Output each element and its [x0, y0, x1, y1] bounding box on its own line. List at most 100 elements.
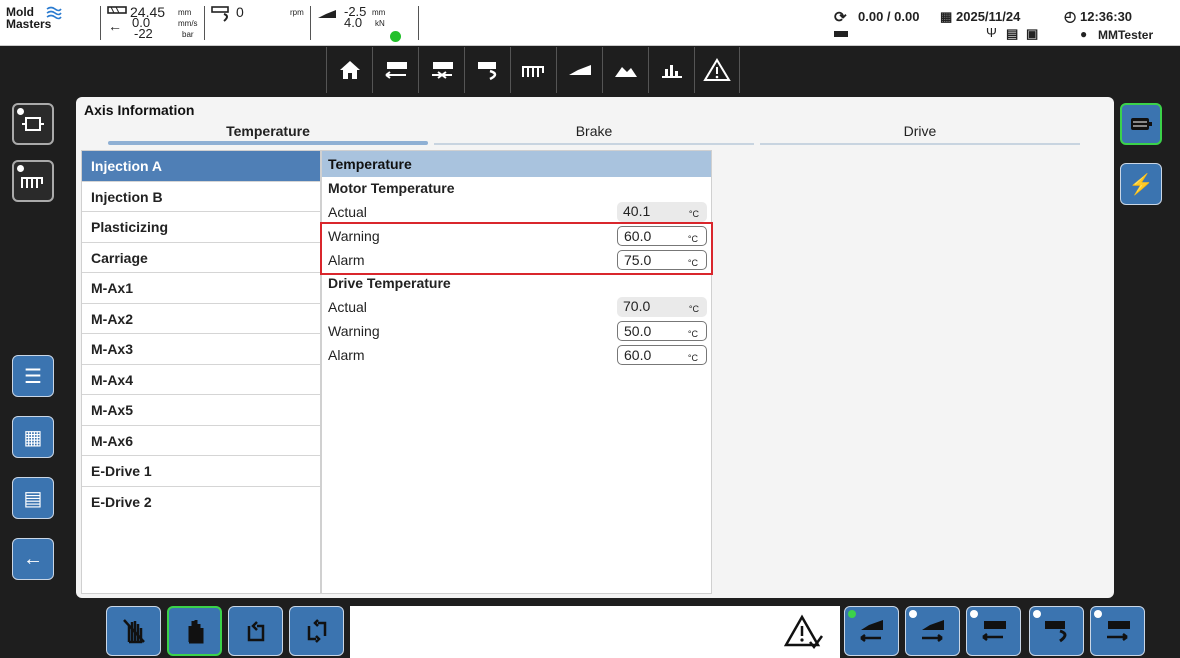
- logo: Mold Masters: [6, 6, 86, 38]
- clock-icon: ◴: [1064, 8, 1077, 24]
- carriage-force-unit: kN: [375, 19, 385, 28]
- motor-actual-label: Actual: [328, 204, 367, 220]
- chart-icon[interactable]: [648, 47, 694, 93]
- screw-icon: [210, 4, 232, 27]
- list-item[interactable]: M-Ax1: [82, 273, 320, 304]
- injection-icon[interactable]: [372, 47, 418, 93]
- document-icon: ▤: [1006, 26, 1019, 41]
- menu-icon: ☰: [24, 365, 42, 388]
- injection-button[interactable]: [966, 606, 1021, 656]
- document-icon: ▤: [23, 487, 43, 510]
- list-item[interactable]: Injection B: [82, 182, 320, 212]
- screw-icon[interactable]: [464, 47, 510, 93]
- alarm-acknowledge-icon[interactable]: [778, 608, 830, 656]
- carriage-forward-icon: [859, 620, 883, 642]
- list-item[interactable]: E-Drive 2: [82, 487, 320, 518]
- screw-speed: 0: [236, 4, 244, 20]
- drive-alarm-field[interactable]: 60.0 °C: [617, 345, 707, 365]
- auto-button[interactable]: [289, 606, 344, 656]
- logo-wave-icon: [46, 6, 62, 20]
- drive-alarm-row: Alarm 60.0 °C: [322, 343, 711, 367]
- status-dot-icon: [390, 31, 401, 42]
- motor-icon: [1131, 118, 1152, 130]
- list-item[interactable]: M-Ax5: [82, 395, 320, 426]
- motor-actual-row: Actual 40.1 °C: [322, 200, 711, 224]
- motor-icon: [22, 117, 44, 131]
- heater-button[interactable]: [12, 160, 54, 202]
- status-indicator: [390, 30, 401, 45]
- decompression-button[interactable]: [1090, 606, 1145, 656]
- calculator-button[interactable]: ▦: [12, 416, 54, 458]
- save-icon: ▣: [1026, 26, 1039, 41]
- list-item[interactable]: M-Ax3: [82, 334, 320, 365]
- message-box: [350, 606, 840, 658]
- screw-rotate-button[interactable]: [1029, 606, 1084, 656]
- list-item[interactable]: Plasticizing: [82, 212, 320, 243]
- carriage-forward-button[interactable]: [844, 606, 899, 656]
- home-icon[interactable]: [326, 47, 372, 93]
- motor-temperature-title: Motor Temperature: [328, 180, 455, 196]
- status-bar: Mold Masters 24.45 mm ← 0.0 mm/s -22 bar…: [0, 0, 1180, 46]
- screw-speed-unit: rpm: [290, 8, 304, 17]
- menu-button[interactable]: ☰: [12, 355, 54, 397]
- carriage-position-unit: mm: [372, 8, 386, 17]
- hold-icon[interactable]: [418, 47, 464, 93]
- tab-drive[interactable]: Drive: [760, 123, 1080, 145]
- user-icon: ●: [1080, 27, 1088, 41]
- hand-slash-icon: [122, 619, 145, 644]
- axis-list: Injection A Injection B Plasticizing Car…: [81, 150, 321, 594]
- carriage-back-icon: [921, 620, 944, 642]
- decompression-icon: [1106, 621, 1130, 641]
- drive-actual-label: Actual: [328, 299, 367, 315]
- motor-button[interactable]: [12, 103, 54, 145]
- highlight-box: [320, 222, 713, 275]
- back-button[interactable]: ←: [12, 538, 54, 580]
- calendar-icon: ▦: [940, 9, 953, 24]
- drive-warning-label: Warning: [328, 323, 380, 339]
- heater-icon[interactable]: [510, 47, 556, 93]
- motor-actual-value: 40.1 °C: [617, 202, 707, 222]
- list-item[interactable]: Carriage: [82, 243, 320, 273]
- temperature-detail: Temperature Motor Temperature Actual 40.…: [321, 150, 712, 594]
- list-item[interactable]: M-Ax4: [82, 365, 320, 395]
- list-item[interactable]: Injection A: [82, 151, 320, 182]
- injection-pressure-unit: bar: [182, 30, 194, 39]
- manual-button[interactable]: [167, 606, 222, 656]
- time: 12:36:30: [1080, 9, 1133, 24]
- injection-pressure: -22: [134, 26, 153, 41]
- drive-actual-value: 70.0 °C: [617, 297, 707, 317]
- alarm-icon[interactable]: [694, 47, 740, 93]
- injection-unit-icon: [107, 6, 127, 14]
- arrow-left-icon: ←: [23, 547, 43, 570]
- detail-header: Temperature: [322, 151, 711, 177]
- injection-icon: [981, 621, 1006, 641]
- injection-position-unit: mm: [178, 8, 192, 17]
- mold-icon[interactable]: [602, 47, 648, 93]
- hand-icon: [188, 620, 203, 644]
- list-item[interactable]: E-Drive 1: [82, 456, 320, 487]
- semi-auto-icon: [247, 621, 264, 642]
- lightning-icon: ⚡: [1128, 173, 1154, 196]
- screw-icon: [1044, 621, 1066, 643]
- user-name[interactable]: MMTester: [1098, 28, 1153, 42]
- list-item[interactable]: M-Ax6: [82, 426, 320, 456]
- drive-warning-row: Warning 50.0 °C: [322, 319, 711, 343]
- drive-temperature-title: Drive Temperature: [328, 275, 451, 291]
- tab-brake[interactable]: Brake: [434, 123, 754, 145]
- motor-info-button[interactable]: [1120, 103, 1162, 145]
- drive-warning-field[interactable]: 50.0 °C: [617, 321, 707, 341]
- injection-readout: [106, 4, 128, 19]
- tab-temperature[interactable]: Temperature: [108, 123, 428, 145]
- notes-button[interactable]: ▤: [12, 477, 54, 519]
- bottom-bar: [0, 602, 1180, 658]
- arrow-left-icon: ←: [108, 18, 122, 34]
- carriage-icon[interactable]: [556, 47, 602, 93]
- carriage-back-button[interactable]: [905, 606, 960, 656]
- semi-auto-button[interactable]: [228, 606, 283, 656]
- manual-mode-button[interactable]: [106, 606, 161, 656]
- power-button[interactable]: ⚡: [1120, 163, 1162, 205]
- list-item[interactable]: M-Ax2: [82, 304, 320, 334]
- carriage-icon: [316, 8, 338, 23]
- cycle-icon: ⟳: [834, 9, 847, 26]
- calculator-icon: ▦: [23, 426, 43, 449]
